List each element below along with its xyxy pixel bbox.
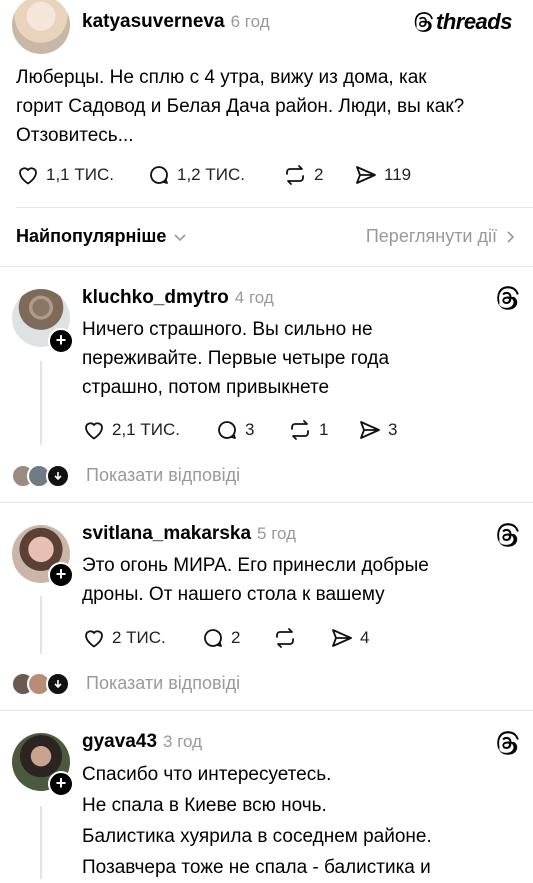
like-count: 1,1 ТИС. xyxy=(46,165,114,184)
thread-line xyxy=(40,596,42,654)
share-count: 119 xyxy=(384,165,412,184)
threads-logo-icon xyxy=(414,12,433,32)
comment-icon xyxy=(150,166,168,184)
reply-text-line: Не спала в Киеве всю ночь. xyxy=(82,795,327,816)
post-text-line: Отзовитесь... xyxy=(16,125,134,146)
comment-count: 3 xyxy=(245,420,255,439)
repost-icon xyxy=(286,165,304,185)
reply-author: gyava43 3 год xyxy=(82,731,202,753)
post-author-avatar[interactable] xyxy=(12,0,70,54)
chevron-down-icon xyxy=(174,233,186,241)
like-button[interactable]: 2,1 ТИС. xyxy=(82,418,180,442)
reply-text-line: Позавчера тоже не спала - балистика и xyxy=(82,857,431,878)
threads-logo-icon[interactable] xyxy=(494,522,520,548)
divider xyxy=(0,710,533,711)
reply-text: Это огонь МИРА. Его принесли добрые дрон… xyxy=(82,551,502,609)
sort-label: Найпопулярніше xyxy=(16,226,167,246)
divider xyxy=(0,502,533,503)
share-count: 3 xyxy=(388,420,398,439)
reply-text-line: страшно, потом привыкнете xyxy=(82,377,330,398)
send-icon xyxy=(356,166,376,184)
comment-count: 1,2 ТИС. xyxy=(177,165,245,184)
reply-text-line: дроны. От нашего стола к вашему xyxy=(82,584,385,605)
thread-line xyxy=(40,806,42,879)
post-username[interactable]: katyasuverneva xyxy=(82,11,225,32)
chevron-right-icon xyxy=(507,230,515,243)
reply-author: svitlana_makarska 5 год xyxy=(82,523,296,545)
share-button[interactable]: 3 xyxy=(358,418,397,442)
send-icon xyxy=(332,629,352,647)
comment-button[interactable]: 1,2 ТИС. xyxy=(147,163,245,187)
repost-count: 1 xyxy=(319,420,329,439)
reply-text-line: Это огонь МИРА. Его принесли добрые xyxy=(82,555,429,576)
reply-time: 4 год xyxy=(234,288,274,307)
follow-plus-button[interactable]: + xyxy=(48,562,74,588)
reply-text-line: Ничего страшного. Вы сильно не xyxy=(82,319,373,340)
like-count: 2,1 ТИС. xyxy=(112,420,180,439)
send-icon xyxy=(360,421,380,439)
reply-text: Спасибо что интересуетесь. Не спала в Ки… xyxy=(82,759,522,883)
expand-replies-icon[interactable] xyxy=(46,464,70,488)
post-text-line: Люберцы. Не сплю с 4 утра, вижу из дома,… xyxy=(16,67,427,88)
repost-button[interactable]: 1 xyxy=(287,418,328,442)
follow-plus-button[interactable]: + xyxy=(48,771,74,797)
reply-username[interactable]: svitlana_makarska xyxy=(82,523,251,544)
heart-icon xyxy=(85,630,103,648)
heart-icon xyxy=(85,422,103,440)
reply-text-line: Спасибо что интересуетесь. xyxy=(82,764,332,785)
reply-author: kluchko_dmytro 4 год xyxy=(82,287,274,309)
post-time: 6 год xyxy=(230,12,270,31)
like-button[interactable]: 1,1 ТИС. xyxy=(16,163,114,187)
view-activity-label: Переглянути дії xyxy=(365,226,497,246)
comment-icon xyxy=(204,629,222,647)
like-count: 2 ТИС. xyxy=(112,628,166,647)
post-text: Люберцы. Не сплю с 4 утра, вижу из дома,… xyxy=(16,63,526,150)
divider xyxy=(16,207,533,208)
heart-icon xyxy=(19,167,37,185)
sort-dropdown[interactable]: Найпопулярніше xyxy=(16,226,188,247)
share-button[interactable]: 119 xyxy=(354,163,411,187)
comment-icon xyxy=(218,421,236,439)
thread-line xyxy=(40,361,42,445)
reply-time: 3 год xyxy=(163,732,203,751)
repost-button[interactable] xyxy=(272,626,304,650)
follow-plus-button[interactable]: + xyxy=(48,328,74,354)
view-activity-link[interactable]: Переглянути дії xyxy=(366,226,517,247)
repost-icon xyxy=(276,628,294,648)
repost-count: 2 xyxy=(314,165,324,184)
threads-logo-icon[interactable] xyxy=(494,730,520,756)
comment-button[interactable]: 2 xyxy=(201,626,240,650)
repost-button[interactable]: 2 xyxy=(282,163,323,187)
share-button[interactable]: 4 xyxy=(330,626,369,650)
post-author: katyasuverneva 6 год xyxy=(82,11,270,33)
comment-count: 2 xyxy=(231,628,241,647)
threads-brand[interactable]: threads xyxy=(412,9,512,35)
post-text-line: горит Садовод и Белая Дача район. Люди, … xyxy=(16,96,465,117)
reply-text: Ничего страшного. Вы сильно не переживай… xyxy=(82,315,502,402)
reply-username[interactable]: gyava43 xyxy=(82,731,157,752)
show-replies-link[interactable]: Показати відповіді xyxy=(86,465,240,486)
comment-button[interactable]: 3 xyxy=(215,418,254,442)
divider xyxy=(0,266,533,267)
show-replies-link[interactable]: Показати відповіді xyxy=(86,673,240,694)
reply-text-line: переживайте. Первые четыре года xyxy=(82,348,390,369)
like-button[interactable]: 2 ТИС. xyxy=(82,626,166,650)
threads-brand-text: threads xyxy=(436,9,512,34)
reply-time: 5 год xyxy=(257,524,297,543)
expand-replies-icon[interactable] xyxy=(46,672,70,696)
share-count: 4 xyxy=(360,628,370,647)
repost-icon xyxy=(291,420,309,440)
reply-text-line: Балистика хуярила в соседнем районе. xyxy=(82,826,432,847)
reply-username[interactable]: kluchko_dmytro xyxy=(82,287,229,308)
threads-logo-icon[interactable] xyxy=(494,285,520,311)
